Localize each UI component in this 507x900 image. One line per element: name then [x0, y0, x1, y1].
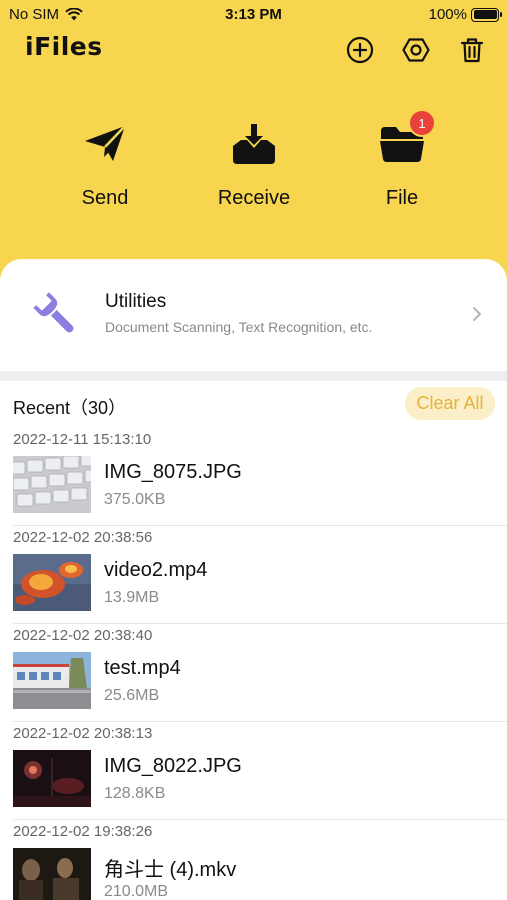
paper-plane-icon: [85, 125, 126, 161]
chevron-right-icon: [473, 307, 481, 321]
clear-all-button[interactable]: Clear All: [405, 387, 495, 420]
trash-icon: [460, 38, 484, 63]
add-circle-icon: [346, 36, 374, 64]
settings-hexagon-icon: [402, 38, 430, 62]
file-size: 13.9MB: [104, 589, 160, 606]
utilities-row[interactable]: Utilities Document Scanning, Text Recogn…: [0, 259, 507, 371]
list-item[interactable]: 2022-12-02 20:38:13 IMG_8022.JPG 128.8KB: [13, 722, 507, 820]
file-label: File: [385, 187, 419, 209]
list-item[interactable]: 2022-12-02 19:38:26 角斗士 (4).mkv 210.0MB: [13, 820, 507, 900]
add-button[interactable]: [345, 35, 375, 65]
item-date: 2022-12-11 15:13:10: [13, 431, 152, 448]
list-item[interactable]: 2022-12-11 15:13:10 IMG_8075.JPG 375.0KB: [13, 428, 507, 526]
file-name: IMG_8075.JPG: [104, 461, 242, 483]
item-date: 2022-12-02 20:38:40: [13, 627, 153, 644]
list-item[interactable]: 2022-12-02 20:38:40 test.mp4 25.6MB: [13, 624, 507, 722]
receive-action[interactable]: Receive: [194, 118, 314, 210]
battery-status: 100%: [428, 6, 502, 23]
file-size: 25.6MB: [104, 687, 160, 704]
item-date: 2022-12-02 19:38:26: [13, 823, 153, 840]
app-title: iFiles: [25, 32, 103, 61]
recent-title: Recent（30）: [13, 398, 127, 418]
file-size: 210.0MB: [104, 883, 169, 900]
settings-button[interactable]: [401, 35, 431, 65]
battery-percent: 100%: [428, 6, 467, 23]
battery-icon: [471, 7, 502, 22]
receive-label: Receive: [217, 187, 291, 209]
file-size: 375.0KB: [104, 491, 166, 508]
inbox-download-icon: [233, 124, 275, 164]
file-name: 角斗士 (4).mkv: [104, 859, 237, 881]
thumbnail-keyboard-photo: [13, 456, 91, 513]
thumbnail-fire-video: [13, 554, 91, 611]
notification-badge: 1: [408, 109, 436, 137]
utilities-subtitle: Document Scanning, Text Recognition, etc…: [105, 319, 373, 335]
utilities-title: Utilities: [105, 291, 167, 312]
file-action[interactable]: 1 File: [342, 109, 462, 210]
list-item[interactable]: 2022-12-02 20:38:56 video2.mp4 13.9MB: [13, 526, 507, 624]
file-name: IMG_8022.JPG: [104, 755, 242, 777]
send-label: Send: [81, 187, 129, 209]
item-date: 2022-12-02 20:38:13: [13, 725, 153, 742]
file-name: test.mp4: [104, 657, 181, 679]
thumbnail-street-video: [13, 652, 91, 709]
thumbnail-movie-video: [13, 848, 91, 900]
send-action[interactable]: Send: [45, 118, 165, 210]
wrench-icon: [30, 289, 76, 335]
thumbnail-night-photo: [13, 750, 91, 807]
status-bar: No SIM 3:13 PM 100%: [0, 0, 507, 30]
section-divider: [0, 371, 507, 381]
item-date: 2022-12-02 20:38:56: [13, 529, 153, 546]
delete-button[interactable]: [457, 35, 487, 65]
recent-list: 2022-12-11 15:13:10 IMG_8075.JPG 375.0KB…: [0, 428, 507, 900]
file-size: 128.8KB: [104, 785, 166, 802]
file-name: video2.mp4: [104, 559, 208, 581]
